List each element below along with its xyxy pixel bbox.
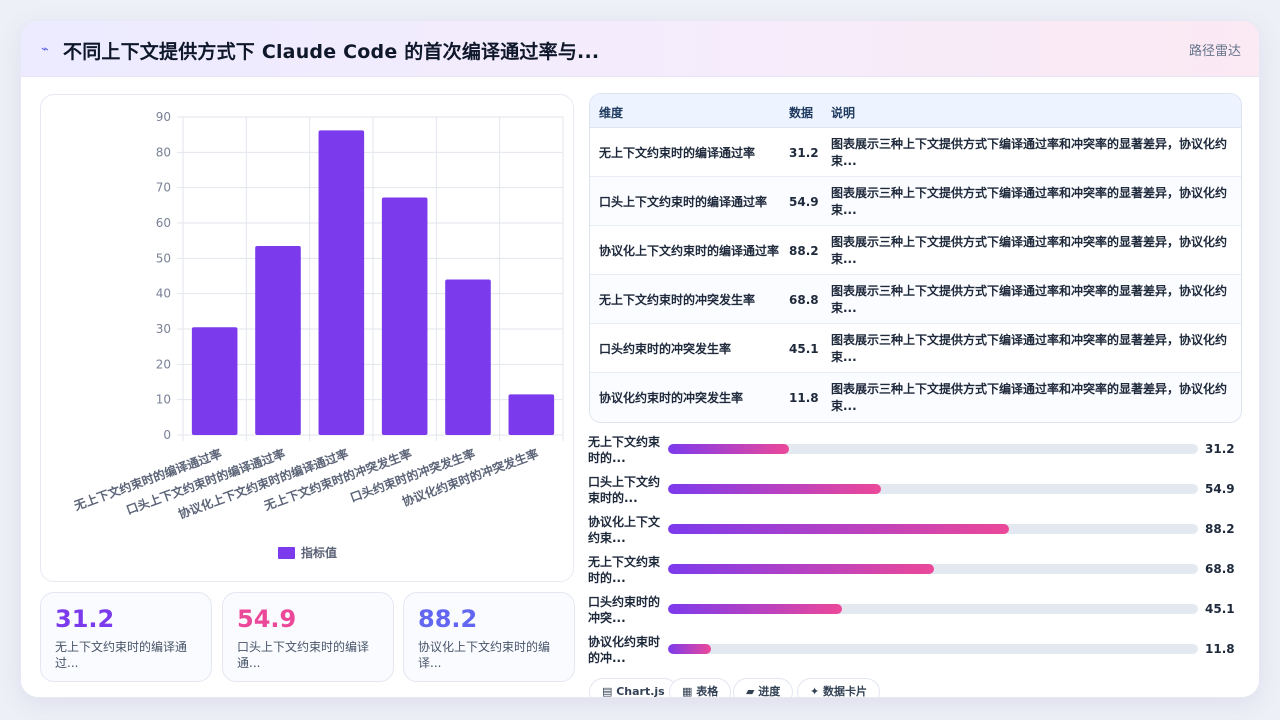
tag-chartjs[interactable]: ▤ Chart.js — [589, 678, 678, 697]
cell-value: 31.2 — [789, 145, 819, 160]
cell-value: 68.8 — [789, 292, 819, 307]
sparkle-line-icon: ⌁ — [41, 42, 49, 57]
cell-dimension: 协议化约束时的冲突发生率 — [599, 390, 744, 405]
progress-label: 口头约束时的冲突... — [588, 595, 661, 625]
table-row: 无上下文约束时的编译通过率 31.2 图表展示三种上下文提供方式下编译通过率和冲… — [590, 128, 1241, 177]
y-tick-label: 70 — [156, 181, 171, 195]
progress-fill — [668, 524, 1010, 534]
progress-track — [668, 444, 1198, 454]
column-header-dimension: 维度 — [599, 106, 624, 120]
y-tick-label: 80 — [156, 145, 171, 159]
y-tick-label: 50 — [156, 251, 171, 265]
y-tick-label: 0 — [163, 428, 171, 442]
cell-description: 图表展示三种上下文提供方式下编译通过率和冲突率的显著差异，协议化约束... — [831, 185, 1228, 217]
progress-fill — [668, 644, 711, 654]
column-header-value: 数据 — [789, 106, 814, 120]
kpi-card-1: 31.2 无上下文约束时的编译通过... — [40, 592, 212, 682]
app-window: ⌁ 不同上下文提供方式下 Claude Code 的首次编译通过率与... 路径… — [20, 20, 1260, 698]
progress-label: 协议化上下文约束... — [588, 515, 661, 545]
progress-label: 无上下文约束时的... — [588, 555, 661, 585]
progress-fill — [668, 604, 843, 614]
cell-dimension: 无上下文约束时的编译通过率 — [599, 145, 756, 160]
table-header: 维度 数据 说明 — [590, 94, 1241, 128]
progress-label: 协议化约束时的冲... — [588, 635, 661, 665]
y-tick-label: 40 — [156, 287, 171, 301]
progress-track — [668, 484, 1198, 494]
data-table: 维度 数据 说明 无上下文约束时的编译通过率 31.2 图表展示三种上下文提供方… — [589, 93, 1242, 423]
cell-description: 图表展示三种上下文提供方式下编译通过率和冲突率的显著差异，协议化约束... — [831, 332, 1228, 364]
cell-description: 图表展示三种上下文提供方式下编译通过率和冲突率的显著差异，协议化约束... — [831, 283, 1228, 315]
cell-dimension: 口头上下文约束时的编译通过率 — [599, 194, 768, 209]
progress-value: 68.8 — [1205, 562, 1235, 576]
kpi-value: 54.9 — [237, 605, 297, 633]
y-tick-label: 10 — [156, 393, 171, 407]
progress-track — [668, 524, 1198, 534]
column-header-description: 说明 — [831, 106, 856, 120]
progress-row: 无上下文约束时的... 68.8 — [588, 550, 1248, 590]
cell-value: 88.2 — [789, 243, 819, 258]
chart-bar — [255, 245, 301, 435]
table-row: 口头约束时的冲突发生率 45.1 图表展示三种上下文提供方式下编译通过率和冲突率… — [590, 324, 1241, 373]
y-tick-label: 60 — [156, 216, 171, 230]
kpi-card-3: 88.2 协议化上下文约束时的编译... — [403, 592, 575, 682]
kpi-label: 协议化上下文约束时的编译... — [418, 640, 551, 670]
header-bar: ⌁ 不同上下文提供方式下 Claude Code 的首次编译通过率与... 路径… — [21, 21, 1259, 77]
kpi-label: 口头上下文约束时的编译通... — [237, 640, 370, 670]
cell-description: 图表展示三种上下文提供方式下编译通过率和冲突率的显著差异，协议化约束... — [831, 136, 1228, 168]
progress-fill — [668, 564, 935, 574]
progress-row: 口头上下文约束时的... 54.9 — [588, 470, 1248, 510]
progress-label: 无上下文约束时的... — [588, 435, 661, 465]
chart-bar — [318, 130, 365, 435]
progress-track — [668, 644, 1198, 654]
chart-bar — [508, 394, 555, 435]
progress-value: 31.2 — [1205, 442, 1235, 456]
table-row: 协议化约束时的冲突发生率 11.8 图表展示三种上下文提供方式下编译通过率和冲突… — [590, 373, 1241, 422]
y-tick-label: 20 — [156, 357, 171, 371]
chart-bar — [445, 279, 491, 435]
progress-track — [668, 604, 1198, 614]
progress-row: 协议化上下文约束... 88.2 — [588, 510, 1248, 550]
progress-fill — [668, 444, 789, 454]
progress-row: 无上下文约束时的... 31.2 — [588, 430, 1248, 470]
progress-value: 11.8 — [1205, 642, 1235, 656]
progress-track — [668, 564, 1198, 574]
kpi-label: 无上下文约束时的编译通过... — [55, 640, 188, 670]
cell-dimension: 无上下文约束时的冲突发生率 — [599, 292, 756, 307]
cell-dimension: 协议化上下文约束时的编译通过率 — [599, 243, 780, 258]
cell-description: 图表展示三种上下文提供方式下编译通过率和冲突率的显著差异，协议化约束... — [831, 381, 1228, 413]
bar-chart: 0102030405060708090无上下文约束时的编译通过率口头上下文约束时… — [71, 110, 564, 560]
progress-row: 口头约束时的冲突... 45.1 — [588, 590, 1248, 630]
progress-label: 口头上下文约束时的... — [588, 475, 661, 505]
y-tick-label: 30 — [156, 322, 171, 336]
legend-label: 指标值 — [301, 545, 337, 560]
legend-swatch — [278, 547, 295, 559]
table-row: 无上下文约束时的冲突发生率 68.8 图表展示三种上下文提供方式下编译通过率和冲… — [590, 275, 1241, 324]
table-row: 协议化上下文约束时的编译通过率 88.2 图表展示三种上下文提供方式下编译通过率… — [590, 226, 1241, 275]
cell-value: 11.8 — [789, 390, 819, 405]
y-tick-label: 90 — [156, 110, 171, 124]
chart-bar — [381, 197, 428, 435]
cell-value: 54.9 — [789, 194, 819, 209]
tag-data-cards[interactable]: ✦ 数据卡片 — [797, 678, 881, 697]
bar-chart-card: 0 10 20 30 40 50 60 70 80 90 无上下文约束时的编译通过率 口头上下文约束时… — [40, 94, 574, 582]
progress-fill — [668, 484, 881, 494]
kpi-card-2: 54.9 口头上下文约束时的编译通... — [222, 592, 394, 682]
cell-value: 45.1 — [789, 341, 819, 356]
kpi-value: 88.2 — [418, 605, 478, 633]
cell-description: 图表展示三种上下文提供方式下编译通过率和冲突率的显著差异，协议化约束... — [831, 234, 1228, 266]
progress-value: 45.1 — [1205, 602, 1235, 616]
kpi-value: 31.2 — [55, 605, 115, 633]
path-radar-link[interactable]: 路径雷达 — [1189, 40, 1241, 59]
tag-progress[interactable]: ▰ 进度 — [733, 678, 794, 697]
cell-dimension: 口头约束时的冲突发生率 — [599, 341, 732, 356]
progress-row: 协议化约束时的冲... 11.8 — [588, 630, 1248, 670]
chart-bar — [191, 327, 238, 435]
progress-value: 88.2 — [1205, 522, 1235, 536]
tag-table[interactable]: ▦ 表格 — [669, 678, 732, 697]
table-row: 口头上下文约束时的编译通过率 54.9 图表展示三种上下文提供方式下编译通过率和… — [590, 177, 1241, 226]
page-title: 不同上下文提供方式下 Claude Code 的首次编译通过率与... — [63, 41, 600, 63]
progress-value: 54.9 — [1205, 482, 1235, 496]
